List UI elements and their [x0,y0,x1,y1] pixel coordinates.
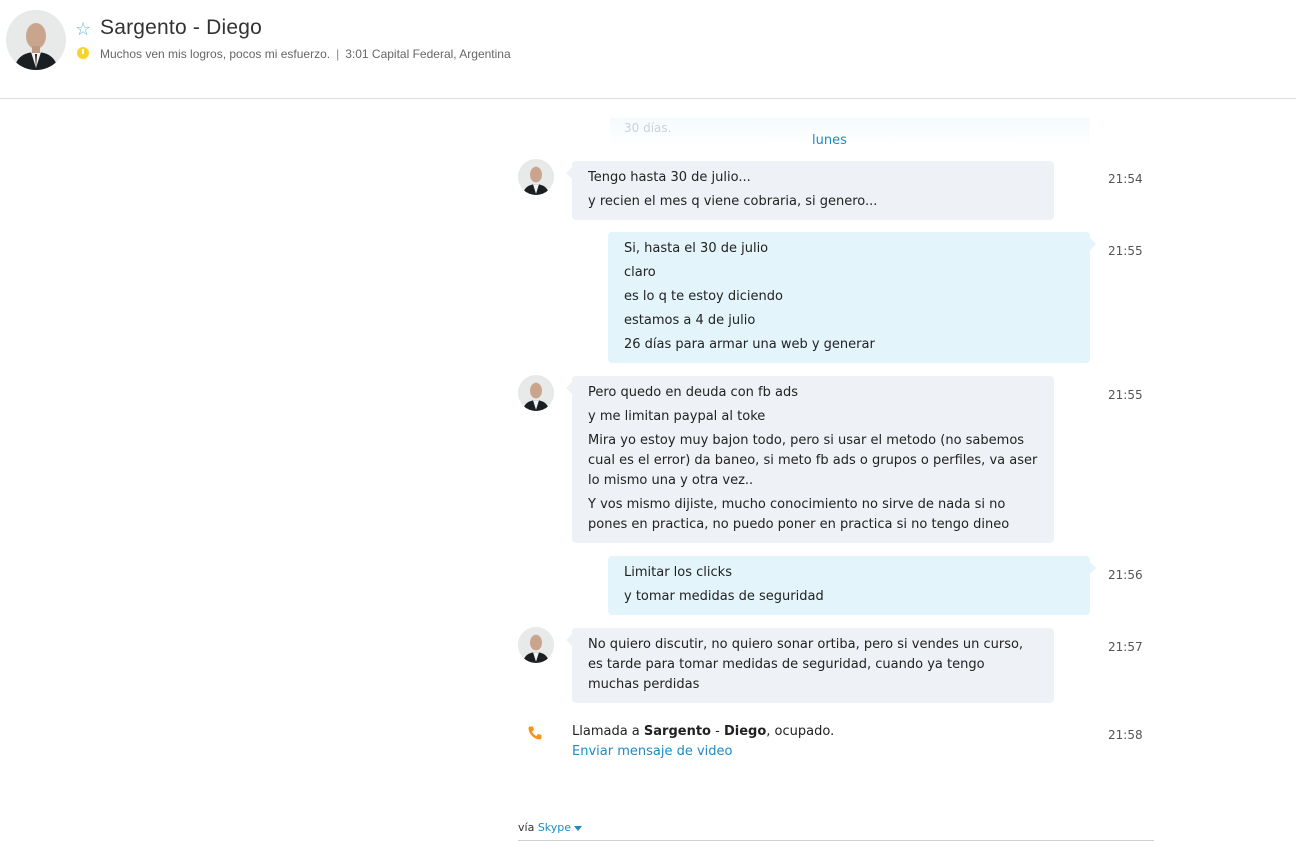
message-line: es lo q te estoy diciendo [624,289,783,304]
incoming-message-bubble[interactable]: Pero quedo en deuda con fb ads y me limi… [566,376,1054,543]
mood-separator: | [336,47,340,61]
message-line: 26 días para armar una web y generar [624,337,875,352]
message-line: Y vos mismo dijiste, mucho conocimiento … [588,497,1010,532]
message-line: No quiero discutir, no quiero sonar orti… [588,637,1024,692]
message-line: y me limitan paypal al toke [588,409,766,424]
faded-previous-message: 30 días. [610,118,1090,146]
mood-text: Muchos ven mis logros, pocos mi esfuerzo… [100,47,331,61]
contact-name: Sargento - Diego [100,16,262,39]
message-line: y recien el mes q viene cobraria, si gen… [588,194,878,209]
away-status-icon [77,47,89,59]
conversation-header: ☆ Sargento - Diego Muchos ven mis logros… [0,0,1296,99]
outgoing-message-bubble[interactable]: Si, hasta el 30 de julio claro es lo q t… [608,232,1096,363]
send-via-selector[interactable]: vía Skype [518,821,583,834]
call-suffix: , ocupado. [766,724,835,739]
contact-avatar[interactable] [6,10,66,70]
message-line: estamos a 4 de julio [624,313,756,328]
call-dash: - [710,724,724,739]
incoming-message-bubble[interactable]: No quiero discutir, no quiero sonar orti… [566,628,1054,703]
day-divider: lunes [812,133,847,148]
call-prefix: Llamada a [572,724,644,739]
message-timestamp: 21:58 [1108,728,1143,742]
sender-avatar[interactable] [518,627,554,663]
incoming-message-bubble[interactable]: Tengo hasta 30 de julio... y recien el m… [566,161,1054,220]
outgoing-message-bubble[interactable]: Limitar los clicks y tomar medidas de se… [608,556,1096,615]
call-contact-last: Diego [723,724,767,739]
message-line: Pero quedo en deuda con fb ads [588,385,798,400]
call-event-text: Llamada a Sargento - Diego, ocupado. [572,724,834,739]
message-timestamp: 21:56 [1108,568,1143,582]
sender-avatar[interactable] [518,375,554,411]
message-line: Mira yo estoy muy bajon todo, pero si us… [588,433,1038,488]
message-line: Tengo hasta 30 de julio... [588,170,751,185]
mood-message: Muchos ven mis logros, pocos mi esfuerzo… [100,47,511,61]
message-timestamp: 21:55 [1108,244,1143,258]
send-video-message-link[interactable]: Enviar mensaje de video [572,744,732,759]
message-timestamp: 21:55 [1108,388,1143,402]
message-line: Limitar los clicks [624,565,732,580]
message-line: y tomar medidas de seguridad [624,589,824,604]
chevron-down-icon[interactable] [574,825,583,831]
call-contact-first: Sargento [643,724,711,739]
message-timestamp: 21:54 [1108,172,1143,186]
favorite-star-icon[interactable]: ☆ [75,19,91,40]
service-name[interactable]: Skype [538,821,571,834]
local-time-location: 3:01 Capital Federal, Argentina [345,47,511,61]
sender-avatar[interactable] [518,159,554,195]
message-line: claro [624,265,656,280]
message-line: Si, hasta el 30 de julio [624,241,769,256]
phone-icon [528,726,542,740]
message-timestamp: 21:57 [1108,640,1143,654]
via-label: vía [518,821,535,834]
